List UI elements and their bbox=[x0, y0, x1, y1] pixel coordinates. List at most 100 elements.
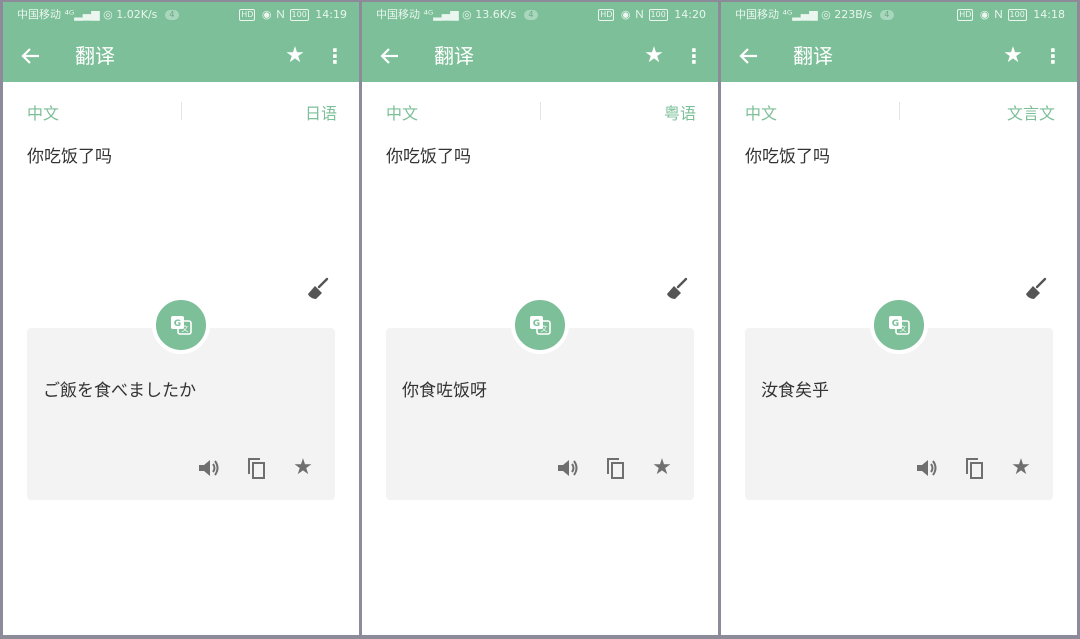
status-bar: 中国移动 ⁴ᴳ▂▄▆ ◎ 13.6K/s 4 HD ◉ Ｎ 100 14:20 bbox=[362, 2, 718, 28]
broom-icon bbox=[308, 277, 329, 299]
clock: 14:18 bbox=[1033, 8, 1065, 21]
status-right: HD ◉ Ｎ 100 14:18 bbox=[957, 2, 1065, 28]
notification-badge: 4 bbox=[523, 10, 538, 20]
back-button[interactable] bbox=[15, 40, 47, 72]
toolbar: 翻译 ★ ⋮ bbox=[362, 34, 718, 78]
phone-screen-japanese: 中国移动 ⁴ᴳ▂▄▆ ◎ 1.02K/s 4 HD ◉ Ｎ 100 14:19 bbox=[3, 2, 359, 635]
source-language-button[interactable]: 中文 bbox=[745, 100, 777, 124]
translate-icon: G 文 bbox=[171, 316, 192, 335]
target-language-button[interactable]: 粤语 bbox=[664, 100, 696, 124]
notification-badge: 4 bbox=[879, 10, 894, 20]
svg-text:G: G bbox=[892, 319, 899, 329]
toolbar: 翻译 ★ ⋮ bbox=[721, 34, 1077, 78]
translate-icon: G 文 bbox=[889, 316, 910, 335]
clock: 14:20 bbox=[674, 8, 706, 21]
battery-level: 100 bbox=[289, 9, 309, 21]
favorite-button[interactable]: ★ bbox=[279, 40, 311, 72]
eye-icon: ◉ bbox=[979, 8, 994, 21]
notification-badge: 4 bbox=[164, 10, 179, 20]
language-divider bbox=[181, 102, 182, 120]
speaker-icon bbox=[917, 460, 937, 476]
more-button[interactable]: ⋮ bbox=[1041, 40, 1065, 72]
status-left: 中国移动 ⁴ᴳ▂▄▆ ◎ 223B/s 4 bbox=[735, 2, 894, 28]
translation-result: ご飯を食べましたか bbox=[43, 381, 196, 401]
target-language-button[interactable]: 文言文 bbox=[1007, 100, 1055, 124]
speak-button[interactable] bbox=[195, 454, 223, 482]
carrier-label: 中国移动 bbox=[17, 8, 61, 21]
eye-icon: ◉ bbox=[620, 8, 635, 21]
source-language-button[interactable]: 中文 bbox=[386, 100, 418, 124]
star-icon: ★ bbox=[1003, 43, 1023, 68]
clear-button[interactable] bbox=[1023, 276, 1049, 302]
favorite-button[interactable]: ★ bbox=[997, 40, 1029, 72]
language-selector: 中文 文言文 bbox=[721, 82, 1077, 138]
copy-button[interactable] bbox=[961, 454, 989, 482]
app-bar: 中国移动 ⁴ᴳ▂▄▆ ◎ 13.6K/s 4 HD ◉ Ｎ 100 14:20 bbox=[362, 2, 718, 82]
status-left: 中国移动 ⁴ᴳ▂▄▆ ◎ 1.02K/s 4 bbox=[17, 2, 179, 28]
signal-icon: ⁴ᴳ▂▄▆ ◎ bbox=[423, 8, 476, 21]
language-divider bbox=[899, 102, 900, 120]
result-actions: ★ bbox=[386, 450, 694, 486]
svg-text:G: G bbox=[174, 319, 181, 329]
copy-icon bbox=[966, 458, 983, 479]
more-vertical-icon: ⋮ bbox=[684, 44, 704, 68]
carrier-label: 中国移动 bbox=[376, 8, 420, 21]
network-speed: 223B/s bbox=[834, 8, 873, 21]
more-vertical-icon: ⋮ bbox=[325, 44, 345, 68]
speak-button[interactable] bbox=[554, 454, 582, 482]
back-button[interactable] bbox=[733, 40, 765, 72]
favorite-button[interactable]: ★ bbox=[638, 40, 670, 72]
app-bar: 中国移动 ⁴ᴳ▂▄▆ ◎ 223B/s 4 HD ◉ Ｎ 100 14:18 翻… bbox=[721, 2, 1077, 82]
nfc-icon: Ｎ bbox=[634, 8, 649, 21]
status-right: HD ◉ Ｎ 100 14:19 bbox=[239, 2, 347, 28]
result-actions: ★ bbox=[745, 450, 1053, 486]
battery-level: 100 bbox=[1007, 9, 1027, 21]
clock: 14:19 bbox=[315, 8, 347, 21]
network-speed: 1.02K/s bbox=[116, 8, 158, 21]
result-actions: ★ bbox=[27, 450, 335, 486]
translate-button[interactable]: G 文 bbox=[870, 296, 928, 354]
favorite-result-button[interactable]: ★ bbox=[648, 454, 676, 482]
language-selector: 中文 粤语 bbox=[362, 82, 718, 138]
copy-icon bbox=[248, 458, 265, 479]
translate-button[interactable]: G 文 bbox=[152, 296, 210, 354]
target-language-button[interactable]: 日语 bbox=[305, 100, 337, 124]
source-text-input[interactable]: 你吃饭了吗 bbox=[27, 142, 112, 167]
source-text-input[interactable]: 你吃饭了吗 bbox=[386, 142, 471, 167]
copy-button[interactable] bbox=[602, 454, 630, 482]
back-button[interactable] bbox=[374, 40, 406, 72]
favorite-result-button[interactable]: ★ bbox=[1007, 454, 1035, 482]
battery-level: 100 bbox=[648, 9, 668, 21]
signal-icon: ⁴ᴳ▂▄▆ ◎ bbox=[64, 8, 117, 21]
more-vertical-icon: ⋮ bbox=[1043, 44, 1063, 68]
network-speed: 13.6K/s bbox=[475, 8, 517, 21]
star-icon: ★ bbox=[293, 455, 313, 480]
translate-icon: G 文 bbox=[530, 316, 551, 335]
page-title: 翻译 bbox=[793, 44, 833, 68]
speaker-icon bbox=[199, 460, 219, 476]
copy-button[interactable] bbox=[243, 454, 271, 482]
carrier-label: 中国移动 bbox=[735, 8, 779, 21]
svg-text:文: 文 bbox=[541, 324, 548, 333]
status-right: HD ◉ Ｎ 100 14:20 bbox=[598, 2, 706, 28]
more-button[interactable]: ⋮ bbox=[323, 40, 347, 72]
clear-button[interactable] bbox=[664, 276, 690, 302]
arrow-left-icon bbox=[739, 48, 757, 64]
language-divider bbox=[540, 102, 541, 120]
nfc-icon: Ｎ bbox=[993, 8, 1008, 21]
page-title: 翻译 bbox=[75, 44, 115, 68]
translate-button[interactable]: G 文 bbox=[511, 296, 569, 354]
source-text-input[interactable]: 你吃饭了吗 bbox=[745, 142, 830, 167]
speak-button[interactable] bbox=[913, 454, 941, 482]
source-language-button[interactable]: 中文 bbox=[27, 100, 59, 124]
hd-icon: HD bbox=[598, 9, 615, 21]
more-button[interactable]: ⋮ bbox=[682, 40, 706, 72]
svg-text:G: G bbox=[533, 319, 540, 329]
star-icon: ★ bbox=[644, 43, 664, 68]
clear-button[interactable] bbox=[305, 276, 331, 302]
translation-card: 中文 粤语 你吃饭了吗 你食咗饭呀 ★ G 文 bbox=[362, 82, 718, 635]
svg-text:文: 文 bbox=[900, 324, 907, 333]
favorite-result-button[interactable]: ★ bbox=[289, 454, 317, 482]
star-icon: ★ bbox=[1011, 455, 1031, 480]
svg-text:文: 文 bbox=[182, 324, 189, 333]
